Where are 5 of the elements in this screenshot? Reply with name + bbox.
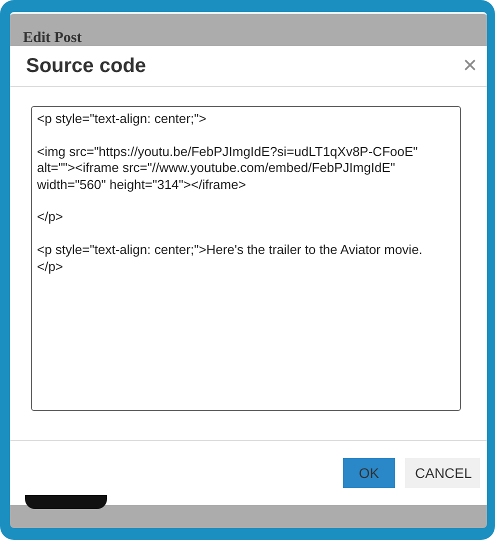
dialog-title: Source code — [26, 54, 146, 78]
close-button[interactable]: × — [462, 54, 477, 78]
cancel-button[interactable]: CANCEL — [405, 458, 480, 488]
code-editor-field[interactable]: <p style="text-align: center;"> <img src="https://youtu.be/FebPJImgIdE?si=udLT1qXv8P-CFooE" alt=""><iframe src="//www.youtube.com/embed/FebPJImgIdE" width="560" height="314"></iframe> </p> <p style="text-align: center;">Here's the trailer to the Aviator movie. </p> — [31, 106, 461, 411]
page-heading: Edit Post — [22, 29, 83, 46]
